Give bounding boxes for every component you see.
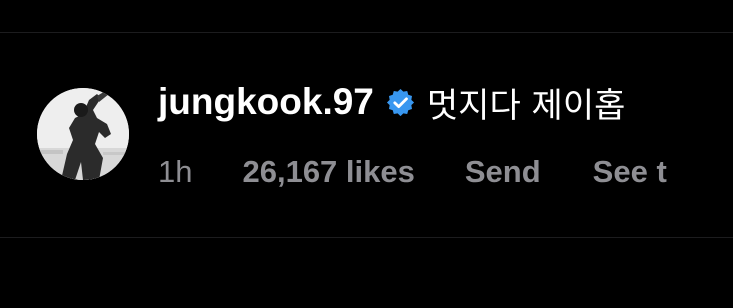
comment-text: 멋지다 제이홉 (426, 85, 626, 126)
comment-timestamp: 1h (158, 154, 193, 189)
top-divider (0, 32, 733, 33)
send-button[interactable]: Send (465, 154, 541, 190)
bottom-divider (0, 237, 733, 238)
avatar-photo (37, 88, 129, 180)
comment-row: jungkook.97 멋지다 제이홉 (158, 79, 626, 126)
comment-meta-row: 1h 26,167 likes Send See t (158, 151, 667, 193)
username-link[interactable]: jungkook.97 (158, 81, 374, 123)
avatar[interactable] (37, 88, 129, 180)
likes-count-button[interactable]: 26,167 likes (242, 154, 414, 190)
verified-badge-icon (385, 87, 416, 118)
see-translation-button[interactable]: See t (593, 154, 667, 190)
